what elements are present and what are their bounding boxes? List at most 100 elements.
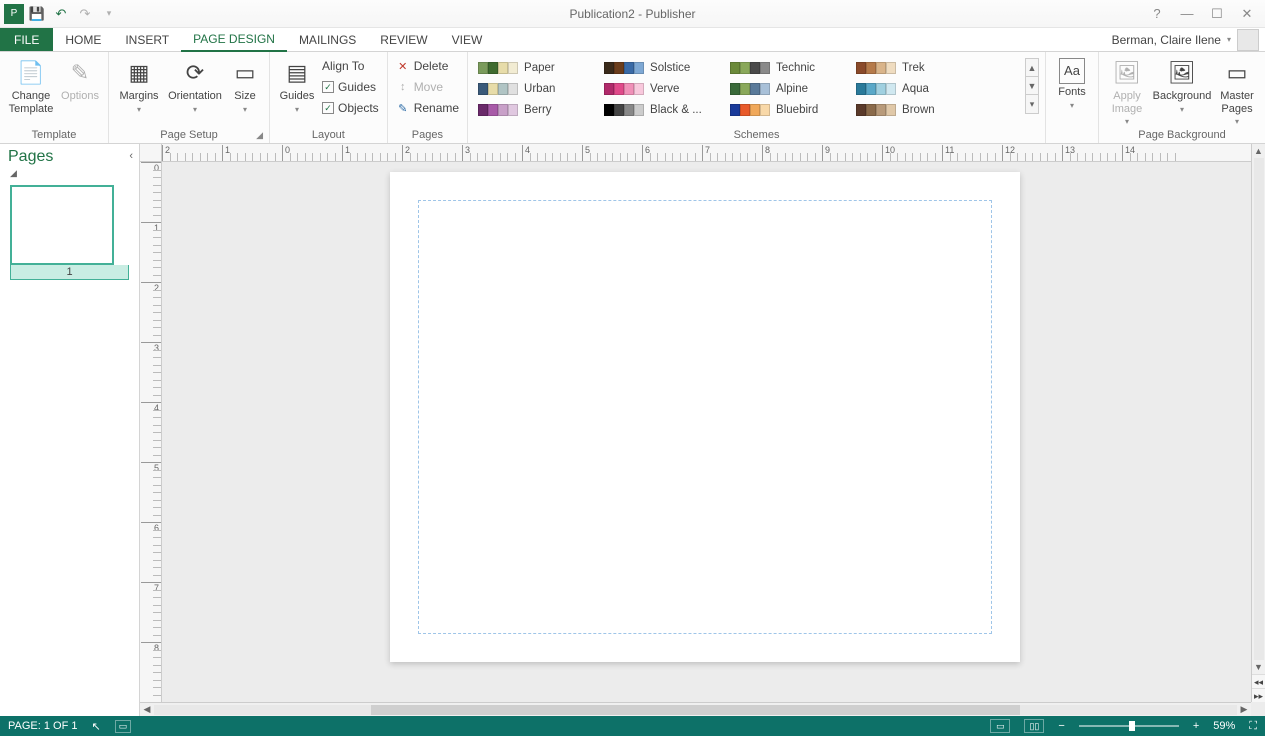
scheme-bluebird[interactable]: Bluebird: [728, 100, 850, 120]
ruler-origin[interactable]: [140, 144, 162, 162]
tab-insert[interactable]: INSERT: [113, 28, 181, 51]
scheme-black-[interactable]: Black & ...: [602, 100, 724, 120]
scheme-brown[interactable]: Brown: [854, 100, 976, 120]
group-label-schemes: Schemes: [474, 129, 1039, 143]
next-page-nav[interactable]: ▸▸: [1252, 688, 1265, 702]
scheme-trek[interactable]: Trek: [854, 58, 976, 78]
group-schemes: PaperSolsticeTechnicTrek UrbanVerveAlpine…: [468, 52, 1046, 143]
scheme-scroll-up[interactable]: ▲: [1026, 59, 1038, 77]
vscroll-track[interactable]: [1254, 158, 1264, 660]
pages-section-caret[interactable]: ◢: [0, 168, 139, 179]
orientation-icon: ⟳: [165, 56, 225, 90]
scheme-more[interactable]: ▾: [1026, 95, 1038, 113]
master-pages-button[interactable]: ▭ Master Pages: [1215, 54, 1259, 128]
pointer-icon: ↖: [92, 720, 101, 733]
zoom-knob[interactable]: [1129, 721, 1135, 731]
page-indicator[interactable]: PAGE: 1 OF 1: [8, 720, 78, 732]
margins-button[interactable]: ▦ Margins: [115, 54, 163, 115]
view-single-page[interactable]: ▭: [990, 719, 1010, 733]
vertical-scrollbar[interactable]: ▲ ▼ ◂◂ ▸▸: [1251, 144, 1265, 702]
undo-button[interactable]: ↶: [50, 3, 72, 25]
group-label-pages: Pages: [394, 129, 461, 143]
guides-button[interactable]: ▤ Guides: [276, 54, 318, 115]
file-tab[interactable]: FILE: [0, 28, 53, 51]
scheme-verve[interactable]: Verve: [602, 79, 724, 99]
group-page-background: 🖼 Apply Image 🖼 Background ▭ Master Page…: [1099, 52, 1265, 143]
hscroll-track[interactable]: [154, 705, 1237, 715]
fonts-button[interactable]: Aa Fonts: [1052, 54, 1092, 111]
save-button[interactable]: 💾: [26, 3, 48, 25]
scheme-technic[interactable]: Technic: [728, 58, 850, 78]
app-icon[interactable]: P: [4, 4, 24, 24]
move-page-button[interactable]: ↕Move: [394, 77, 461, 97]
view-two-page[interactable]: ▯▯: [1024, 719, 1044, 733]
object-indicator: ▭: [115, 720, 132, 733]
group-page-setup: ▦ Margins ⟳ Orientation ▭ Size Page Setu…: [109, 52, 270, 143]
tab-view[interactable]: VIEW: [440, 28, 495, 51]
size-button[interactable]: ▭ Size: [227, 54, 263, 115]
orientation-button[interactable]: ⟳ Orientation: [165, 54, 225, 115]
prev-page-nav[interactable]: ◂◂: [1252, 674, 1265, 688]
pages-panel: Pages ‹ ◢ 1: [0, 144, 140, 716]
maximize-button[interactable]: ☐: [1203, 4, 1231, 24]
page-thumbnail[interactable]: 1: [10, 185, 129, 280]
group-label-template: Template: [6, 129, 102, 143]
apply-image-button[interactable]: 🖼 Apply Image: [1105, 54, 1149, 128]
status-bar: PAGE: 1 OF 1 ↖ ▭ ▭ ▯▯ − + 59% ⛶: [0, 716, 1265, 736]
scheme-urban[interactable]: Urban: [476, 79, 598, 99]
scheme-scroll-down[interactable]: ▼: [1026, 77, 1038, 95]
scheme-alpine[interactable]: Alpine: [728, 79, 850, 99]
size-icon: ▭: [227, 56, 263, 90]
page-setup-launcher[interactable]: ◢: [256, 130, 263, 141]
quick-access-toolbar: P 💾 ↶ ↷ ▾: [4, 3, 120, 25]
scroll-left[interactable]: ◀: [140, 704, 154, 715]
change-template-button[interactable]: 📄 Change Template: [6, 54, 56, 115]
align-guides-checkbox[interactable]: ✓Guides: [320, 77, 381, 97]
pages-panel-title: Pages: [0, 144, 139, 168]
margins-icon: ▦: [115, 56, 163, 90]
scheme-aqua[interactable]: Aqua: [854, 79, 976, 99]
fit-window-button[interactable]: ⛶: [1249, 720, 1257, 733]
align-objects-checkbox[interactable]: ✓Objects: [320, 98, 381, 118]
group-pages: ✕Delete ↕Move ✎Rename Pages: [388, 52, 468, 143]
rename-page-button[interactable]: ✎Rename: [394, 98, 461, 118]
close-button[interactable]: ✕: [1233, 4, 1261, 24]
options-button[interactable]: ✎ Options: [58, 54, 102, 103]
background-button[interactable]: 🖼 Background: [1151, 54, 1213, 115]
horizontal-ruler[interactable]: 2101234567891011121314: [162, 144, 1251, 162]
group-label-page-setup: Page Setup◢: [115, 129, 263, 143]
user-name: Berman, Claire Ilene: [1112, 33, 1221, 47]
scroll-up[interactable]: ▲: [1252, 144, 1265, 158]
help-button[interactable]: ?: [1143, 4, 1171, 24]
scheme-berry[interactable]: Berry: [476, 100, 598, 120]
horizontal-scrollbar[interactable]: ◀ ▶: [140, 702, 1251, 716]
background-icon: 🖼: [1151, 56, 1213, 90]
scroll-down[interactable]: ▼: [1252, 660, 1265, 674]
delete-page-button[interactable]: ✕Delete: [394, 56, 461, 76]
scheme-gallery[interactable]: PaperSolsticeTechnicTrek UrbanVerveAlpine…: [474, 54, 976, 120]
vertical-ruler[interactable]: 0123456789: [140, 162, 162, 702]
pages-panel-collapse[interactable]: ‹: [129, 150, 133, 162]
tab-home[interactable]: HOME: [53, 28, 113, 51]
align-to-label: Align To: [320, 56, 381, 76]
scroll-right[interactable]: ▶: [1237, 704, 1251, 715]
user-menu[interactable]: Berman, Claire Ilene ▾: [1112, 28, 1265, 51]
minimize-button[interactable]: —: [1173, 4, 1201, 24]
tab-page-design[interactable]: PAGE DESIGN: [181, 28, 287, 52]
tab-review[interactable]: REVIEW: [368, 28, 439, 51]
zoom-slider[interactable]: [1079, 725, 1179, 727]
tab-mailings[interactable]: MAILINGS: [287, 28, 368, 51]
zoom-level[interactable]: 59%: [1213, 720, 1235, 732]
zoom-in-button[interactable]: +: [1193, 720, 1199, 732]
redo-button[interactable]: ↷: [74, 3, 96, 25]
page-thumb-number: 1: [10, 265, 129, 280]
hscroll-thumb[interactable]: [371, 705, 1021, 715]
scheme-paper[interactable]: Paper: [476, 58, 598, 78]
page-canvas[interactable]: [390, 172, 1020, 662]
scheme-scroll[interactable]: ▲ ▼ ▾: [1025, 58, 1039, 114]
zoom-out-button[interactable]: −: [1058, 720, 1064, 732]
qat-customize[interactable]: ▾: [98, 3, 120, 25]
window-title: Publication2 - Publisher: [0, 7, 1265, 21]
scheme-solstice[interactable]: Solstice: [602, 58, 724, 78]
template-icon: 📄: [6, 56, 56, 90]
